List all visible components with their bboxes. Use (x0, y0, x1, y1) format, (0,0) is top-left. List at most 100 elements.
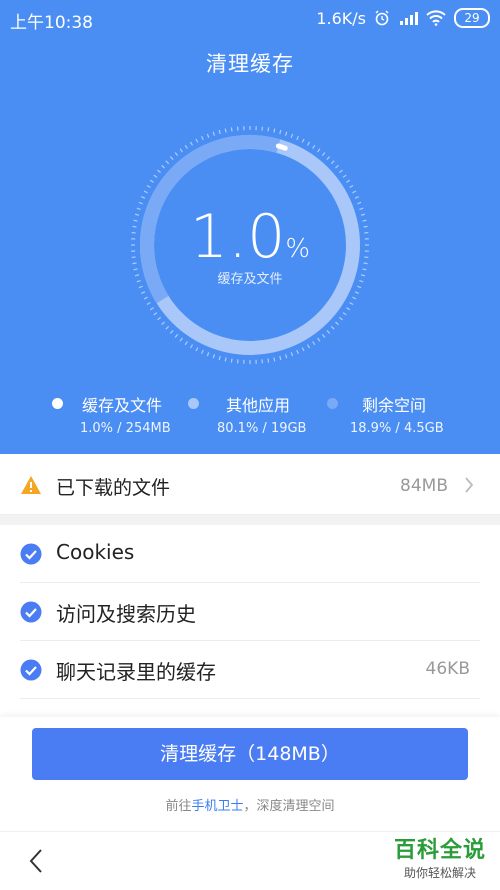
gauge-tick (291, 352, 292, 356)
checked-icon[interactable] (20, 543, 42, 565)
legend-dot (52, 398, 63, 409)
downloaded-files-label: 已下载的文件 (56, 473, 170, 500)
gauge-tick (132, 263, 136, 264)
gauge-tick (327, 330, 330, 333)
gauge-tick (302, 139, 304, 143)
bottom-panel: 清理缓存（148MB） 前往手机卫士，深度清理空间 百科全说 助你轻松解决 (0, 717, 500, 889)
gauge-tick (350, 186, 353, 188)
gauge-tick (327, 157, 330, 160)
item-size: 46KB (426, 659, 470, 679)
gauge-tick (191, 142, 193, 145)
gauge-tick (154, 313, 157, 315)
gauge-tick (213, 132, 214, 136)
gauge-tick (225, 129, 226, 133)
gauge-tick (268, 127, 269, 131)
gauge-tick (180, 149, 182, 152)
gauge-tick (335, 322, 338, 325)
gauge-tick (141, 292, 145, 294)
list-item-partial[interactable] (20, 699, 480, 717)
list-item-cookies[interactable]: Cookies (20, 525, 480, 583)
watermark-title: 百科全说 (394, 832, 486, 864)
gauge-tick (357, 202, 361, 203)
gauge-tick (350, 303, 353, 305)
gauge-tick (274, 357, 275, 361)
gauge-tick (362, 220, 366, 221)
gauge-tick (362, 269, 366, 270)
header: 上午10:38 1.6K/s 29 清理缓存 (0, 0, 500, 454)
gauge-tick (343, 313, 346, 315)
item-label: Cookies (56, 540, 134, 564)
gauge-tick (196, 139, 198, 143)
gauge-tick (132, 226, 136, 227)
item-label: 聊天记录里的缓存 (56, 656, 216, 685)
gauge-tick (191, 345, 193, 348)
gauge-tick (202, 350, 204, 354)
gauge-tick (302, 347, 304, 351)
gauge-tick (313, 145, 315, 148)
cache-percent-label: 缓存及文件 (150, 268, 350, 287)
gauge-tick (231, 127, 232, 131)
gauge-tick (357, 286, 361, 287)
gauge-tick (139, 286, 143, 287)
gauge-tick (364, 226, 368, 227)
downloaded-files-row[interactable]: 已下载的文件 84MB (0, 458, 500, 515)
legend-dot (188, 398, 199, 409)
gauge-tick (231, 359, 232, 363)
gauge-tick (162, 322, 165, 325)
checked-icon[interactable] (20, 659, 42, 681)
gauge-tick (162, 165, 165, 168)
legend-name: 缓存及文件 (82, 392, 162, 416)
gauge-tick (313, 341, 315, 344)
clean-cache-button[interactable]: 清理缓存（148MB） (32, 728, 468, 780)
list-item-history[interactable]: 访问及搜索历史 (20, 583, 480, 641)
gauge-tick (364, 263, 368, 264)
gauge-tick (150, 180, 153, 182)
gauge-tick (166, 161, 169, 164)
gauge-tick (175, 334, 178, 337)
checked-icon[interactable] (20, 601, 42, 623)
list-item-chat-cache[interactable]: 聊天记录里的缓存 46KB (20, 641, 480, 699)
back-icon[interactable] (28, 848, 44, 874)
navigation-bar: 百科全说 助你轻松解决 (0, 831, 500, 890)
gauge-tick (150, 308, 153, 310)
gauge-tick (166, 326, 169, 329)
gauge-tick (352, 297, 356, 299)
gauge-tick (207, 134, 208, 138)
gauge-tick (352, 191, 356, 193)
gauge-tick (322, 153, 325, 156)
gauge-tick (225, 357, 226, 361)
gauge-tick (280, 356, 281, 360)
gauge-tick (355, 197, 359, 199)
chevron-right-icon (464, 476, 474, 494)
gauge-tick (185, 145, 187, 148)
gauge-tick (135, 275, 139, 276)
legend-value: 18.9% / 4.5GB (350, 421, 444, 436)
gauge-tick (318, 338, 320, 341)
gauge-tick (335, 165, 338, 168)
phone-guard-link[interactable]: 手机卫士 (191, 799, 243, 814)
gauge-tick (139, 202, 143, 203)
gauge-tick (322, 334, 325, 337)
gauge-tick (141, 197, 145, 199)
gauge-tick (308, 345, 310, 348)
section-divider (0, 515, 500, 525)
gauge-tick (170, 157, 173, 160)
gauge-tick (154, 175, 157, 177)
gauge-tick (135, 214, 139, 215)
gauge-tick (147, 303, 150, 305)
deep-clean-hint: 前往手机卫士，深度清理空间 (0, 795, 500, 814)
gauge-tick (286, 354, 287, 358)
gauge-tick (137, 281, 141, 282)
gauge-tick (280, 130, 281, 134)
gauge-tick (144, 297, 148, 299)
gauge-tick (185, 341, 187, 344)
legend-value: 80.1% / 19GB (217, 421, 306, 436)
gauge-tick (158, 170, 161, 173)
downloaded-files-size: 84MB (400, 476, 448, 496)
gauge-tick (219, 130, 220, 134)
gauge-tick (361, 275, 365, 276)
watermark-logo: 百科全说 助你轻松解决 (394, 832, 486, 881)
gauge-tick (359, 281, 363, 282)
gauge-tick (268, 359, 269, 363)
gauge-tick (361, 214, 365, 215)
